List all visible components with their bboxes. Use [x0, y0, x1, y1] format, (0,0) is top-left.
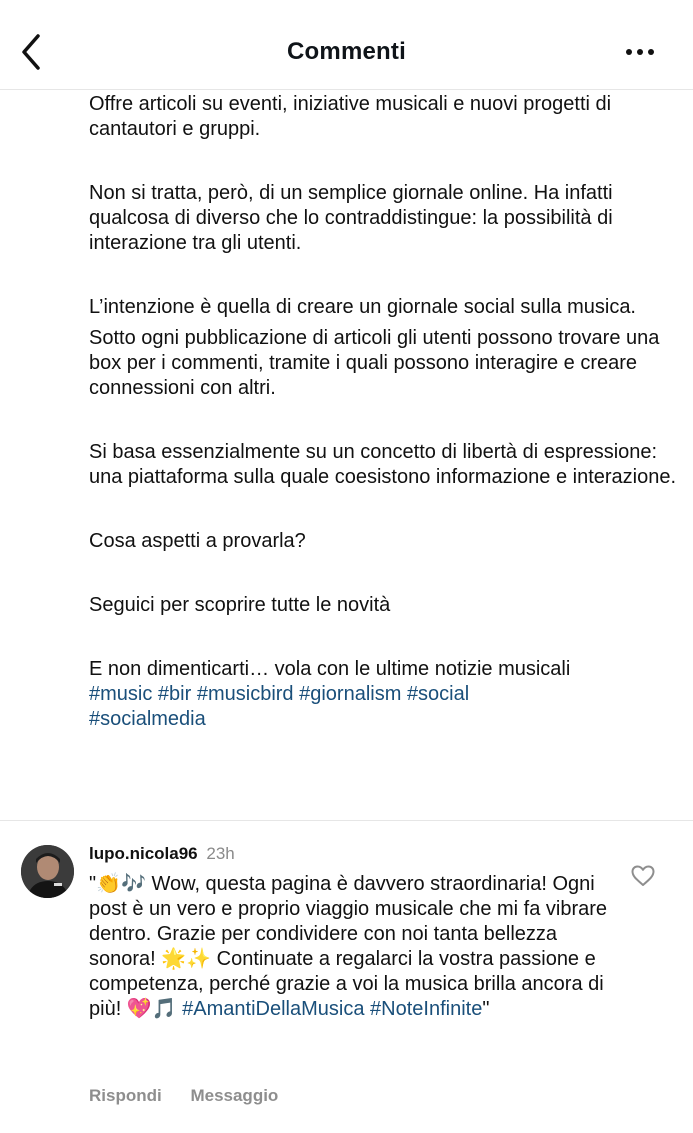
comment-timestamp: 23h [206, 844, 235, 863]
divider [0, 820, 693, 821]
user-photo-icon [21, 845, 74, 898]
message-button[interactable]: Messaggio [190, 1086, 278, 1105]
caption-paragraph: Cosa aspetti a provarla? [89, 530, 306, 552]
caption-paragraph: E non dimenticarti… vola con le ultime n… [89, 658, 571, 680]
comment-text: "👏🎶 Wow, questa pagina è davvero straord… [89, 872, 609, 1022]
more-horizontal-icon [626, 49, 654, 55]
comment-username[interactable]: lupo.nicola96 [89, 844, 198, 863]
hashtag-link[interactable]: #socialmedia [89, 708, 206, 730]
hashtag-link[interactable]: #social [407, 683, 469, 705]
comment-actions: Rispondi Messaggio [89, 1086, 302, 1106]
hashtag-link[interactable]: #AmantiDellaMusica [182, 998, 364, 1020]
hashtag-link[interactable]: #musicbird [197, 683, 294, 705]
reply-button[interactable]: Rispondi [89, 1086, 162, 1105]
caption-paragraph: Seguici per scoprire tutte le novità [89, 594, 391, 616]
post-caption: Offre articoli su eventi, iniziative mus… [89, 92, 679, 732]
caption-paragraph: L’intenzione è quella di creare un giorn… [89, 296, 636, 318]
caption-paragraph: Sotto ogni pubblicazione di articoli gli… [89, 327, 660, 399]
page-title: Commenti [287, 38, 406, 65]
caption-paragraph: Non si tratta, però, di un semplice gior… [89, 182, 613, 254]
hashtag-link[interactable]: #giornalism [299, 683, 401, 705]
heart-icon [631, 865, 655, 886]
more-options-button[interactable] [625, 42, 655, 62]
header: Commenti [0, 0, 693, 90]
comment-text-end: " [482, 998, 490, 1020]
hashtag-link[interactable]: #NoteInfinite [370, 998, 482, 1020]
hashtag-link[interactable]: #bir [158, 683, 191, 705]
comment: lupo.nicola96 23h "👏🎶 Wow, questa pagina… [89, 842, 609, 1022]
comment-meta: lupo.nicola96 23h [89, 842, 609, 866]
caption-paragraph: Offre articoli su eventi, iniziative mus… [89, 93, 612, 140]
hashtag-link[interactable]: #music [89, 683, 152, 705]
caption-hashtags: #music #bir #musicbird #giornalism #soci… [89, 682, 679, 732]
caption-paragraph: Si basa essenzialmente su un concetto di… [89, 441, 677, 488]
like-button[interactable] [630, 864, 656, 888]
avatar[interactable] [21, 845, 74, 898]
